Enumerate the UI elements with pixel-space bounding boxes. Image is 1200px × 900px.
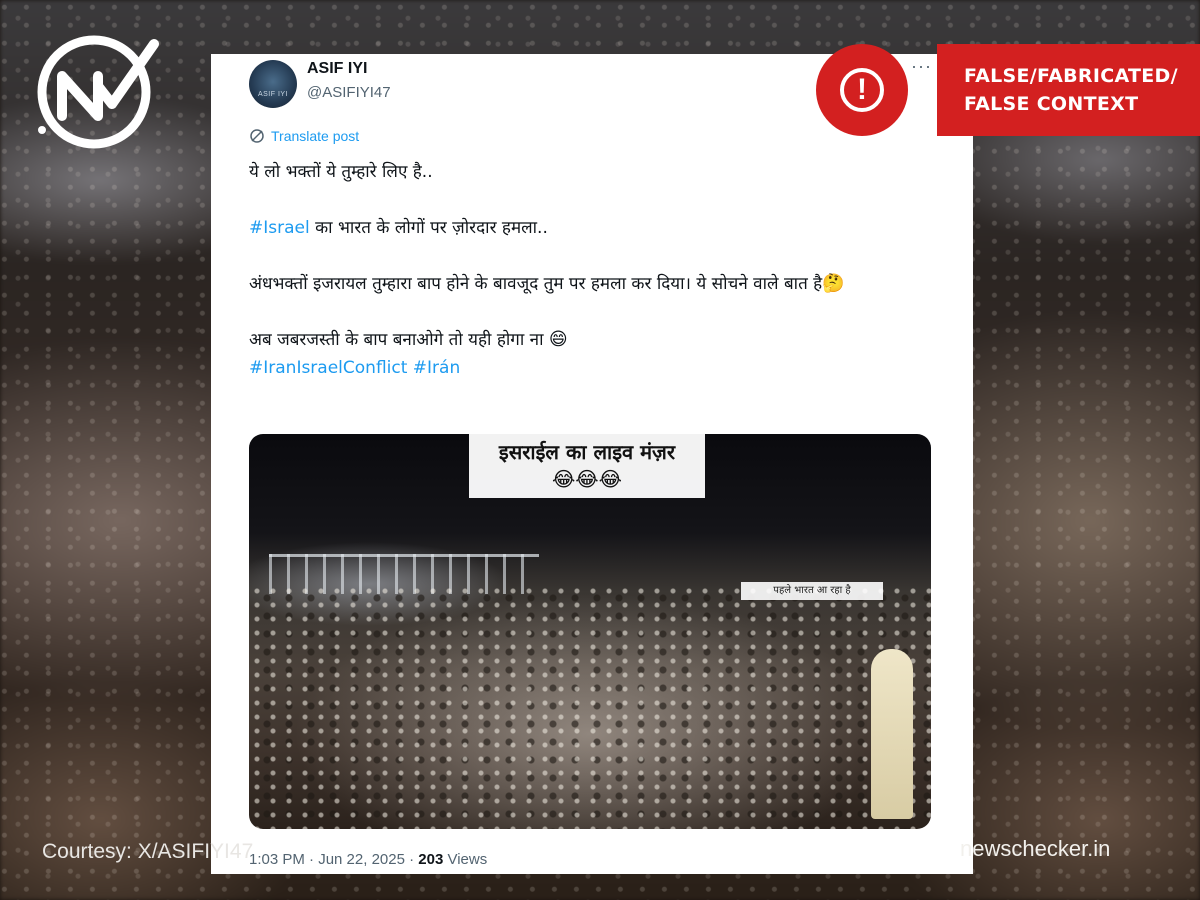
tweet-line-4: अब जबरजस्ती के बाप बनाओगे तो यही होगा ना… — [249, 326, 929, 354]
video-caption-text: इसराईल का लाइव मंज़र — [498, 440, 676, 464]
views-count: 203 — [418, 851, 444, 868]
tweet-line-3: अंधभक्तों इजरायल तुम्हारा बाप होने के बा… — [249, 270, 929, 298]
tweet-line-2-text: का भारत के लोगों पर ज़ोरदार हमला.. — [309, 218, 548, 238]
tweet-line-1: ये लो भक्तों ये तुम्हारे लिए है.. — [249, 162, 433, 182]
verdict-label: FALSE/FABRICATED/ FALSE CONTEXT — [937, 44, 1200, 136]
avatar[interactable]: ASIF IYI — [249, 60, 297, 108]
verdict-line-2: FALSE CONTEXT — [964, 93, 1139, 115]
tweet-video-media[interactable]: इसराईल का लाइव मंज़र 😂😂😂 पहले भारत आ रहा… — [249, 434, 931, 829]
hashtag-iran-israel-conflict[interactable]: #IranIsraelConflict — [249, 358, 407, 378]
views-label: Views — [443, 851, 488, 868]
tweet-line-3-text: अंधभक्तों इजरायल तुम्हारा बाप होने के बा… — [249, 274, 823, 294]
translate-label: Translate post — [271, 128, 360, 144]
tweet-line-2: #Israel का भारत के लोगों पर ज़ोरदार हमला… — [249, 214, 929, 242]
tweet-body: ये लो भक्तों ये तुम्हारे लिए है.. #Israe… — [249, 158, 929, 382]
exclamation-icon: ! — [840, 68, 884, 112]
verdict-line-1: FALSE/FABRICATED/ — [964, 65, 1178, 87]
tweet-meta: 1:03 PM · Jun 22, 2025 · 203 Views — [249, 851, 487, 868]
newschecker-logo-icon — [37, 35, 159, 149]
tweet-line-4-text: अब जबरजस्ती के बाप बनाओगे तो यही होगा ना — [249, 330, 549, 350]
more-options-icon[interactable]: ··· — [911, 56, 932, 77]
translate-post-link[interactable]: Translate post — [249, 128, 359, 144]
laughing-emoji-icon: 😂😂😂 — [551, 467, 623, 491]
hashtag-iran[interactable]: #Irán — [413, 358, 460, 378]
video-caption: इसराईल का लाइव मंज़र 😂😂😂 — [469, 434, 705, 498]
smile-emoji-icon: 😄 — [548, 329, 568, 350]
site-watermark: newschecker.in — [960, 836, 1111, 861]
video-crowd — [249, 584, 931, 829]
avatar-label: ASIF IYI — [257, 90, 289, 98]
courtesy-credit: Courtesy: X/ASIFIYI47 — [42, 840, 254, 863]
video-figure — [871, 649, 913, 819]
author-handle[interactable]: @ASIFIYI47 — [307, 84, 391, 101]
alert-badge: ! — [816, 44, 908, 136]
tweet-card: ASIF IYI ASIF IYI @ASIFIYI47 ··· Transla… — [211, 54, 973, 874]
tweet-timestamp[interactable]: 1:03 PM · Jun 22, 2025 · — [249, 851, 418, 868]
author-name[interactable]: ASIF IYI — [307, 60, 367, 78]
hashtag-israel[interactable]: #Israel — [249, 218, 310, 238]
translate-icon — [250, 129, 264, 143]
video-subcaption: पहले भारत आ रहा है — [741, 582, 883, 600]
thinking-emoji-icon: 🤔 — [822, 273, 845, 294]
tweet-hashtags: #IranIsraelConflict #Irán — [249, 354, 929, 382]
